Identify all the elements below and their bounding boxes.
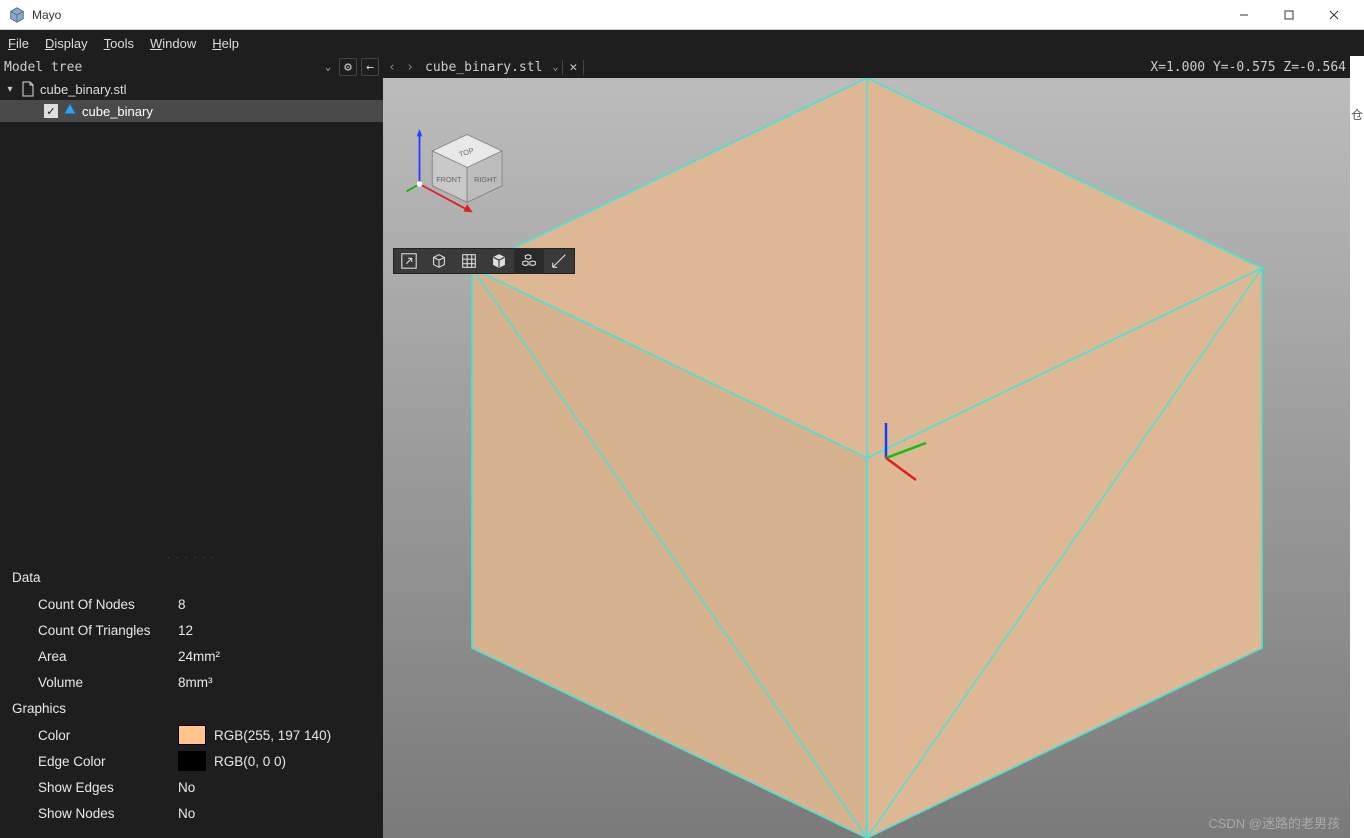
sidebar: Model tree ⌄ ⚙ ← ▾ cube_binary.stl ✓ cub… (0, 56, 383, 838)
prop-category-graphics: Graphics (12, 701, 371, 716)
prop-row-edge-color[interactable]: Edge Color RGB(0, 0 0) (12, 748, 371, 774)
shaded-button[interactable] (484, 248, 514, 274)
tree-mesh-label: cube_binary (82, 104, 153, 119)
3d-viewport[interactable]: TOP FRONT RIGHT CSDN @迷路的老男孩 (383, 78, 1350, 838)
measure-button[interactable] (544, 248, 574, 274)
tree-settings-button[interactable]: ⚙ (339, 58, 357, 76)
window-titlebar: Mayo (0, 0, 1364, 30)
tab-dropdown-icon[interactable]: ⌄ (548, 62, 562, 73)
view-navcube[interactable]: TOP FRONT RIGHT (403, 118, 513, 218)
tab-close-button[interactable]: ✕ (562, 60, 584, 75)
tree-file-label: cube_binary.stl (40, 82, 126, 97)
prop-row-count-tris: Count Of Triangles 12 (12, 617, 371, 643)
app-icon (8, 6, 26, 24)
menu-help[interactable]: Help (212, 36, 239, 51)
cursor-coordinates: X=1.000 Y=-0.575 Z=-0.564 (1150, 60, 1350, 75)
properties-panel: Data Count Of Nodes 8 Count Of Triangles… (0, 560, 383, 838)
tree-header: Model tree ⌄ ⚙ ← (0, 56, 383, 78)
menubar: File Display Tools Window Help (0, 30, 1364, 56)
navcube-front-label: FRONT (436, 175, 462, 184)
tree-checkbox[interactable]: ✓ (44, 104, 58, 118)
edge-color-swatch[interactable] (178, 751, 206, 771)
menu-display[interactable]: Display (45, 36, 88, 51)
watermark-text: CSDN @迷路的老男孩 (1208, 813, 1340, 832)
menu-window[interactable]: Window (150, 36, 196, 51)
viewport-column: ‹ › cube_binary.stl ⌄ ✕ X=1.000 Y=-0.575… (383, 56, 1350, 838)
prop-row-show-nodes[interactable]: Show Nodes No (12, 800, 371, 826)
tree-collapse-button[interactable]: ← (361, 58, 379, 76)
mesh-icon (62, 102, 78, 121)
model-tree[interactable]: ▾ cube_binary.stl ✓ cube_binary (0, 78, 383, 554)
assembly-button[interactable] (514, 248, 544, 274)
window-close-button[interactable] (1311, 0, 1356, 30)
prop-row-volume: Volume 8mm³ (12, 669, 371, 695)
tab-prev-button[interactable]: ‹ (383, 60, 401, 75)
tree-title: Model tree (4, 60, 321, 75)
display-mode-toolbar (393, 248, 575, 274)
tab-current[interactable]: cube_binary.stl (419, 60, 548, 75)
file-icon (20, 81, 36, 97)
wireframe-button[interactable] (424, 248, 454, 274)
grid-button[interactable] (454, 248, 484, 274)
tab-next-button[interactable]: › (401, 60, 419, 75)
window-title: Mayo (32, 8, 1221, 22)
fit-view-button[interactable] (394, 248, 424, 274)
menu-tools[interactable]: Tools (104, 36, 134, 51)
tree-dropdown-icon[interactable]: ⌄ (325, 62, 331, 73)
prop-row-area: Area 24mm² (12, 643, 371, 669)
prop-category-data: Data (12, 570, 371, 585)
prop-row-show-edges[interactable]: Show Edges No (12, 774, 371, 800)
menu-file[interactable]: File (8, 36, 29, 51)
tree-row-file[interactable]: ▾ cube_binary.stl (0, 78, 383, 100)
window-maximize-button[interactable] (1266, 0, 1311, 30)
window-minimize-button[interactable] (1221, 0, 1266, 30)
prop-row-color[interactable]: Color RGB(255, 197 140) (12, 722, 371, 748)
navcube-right-label: RIGHT (474, 175, 497, 184)
document-tabbar: ‹ › cube_binary.stl ⌄ ✕ X=1.000 Y=-0.575… (383, 56, 1350, 78)
color-swatch[interactable] (178, 725, 206, 745)
prop-row-count-nodes: Count Of Nodes 8 (12, 591, 371, 617)
origin-gizmo (861, 418, 941, 498)
right-edge-glyph: 仓 (1351, 106, 1363, 123)
expand-icon[interactable]: ▾ (4, 84, 16, 95)
right-edge-panel: 仓 (1350, 56, 1364, 838)
tree-row-mesh[interactable]: ✓ cube_binary (0, 100, 383, 122)
